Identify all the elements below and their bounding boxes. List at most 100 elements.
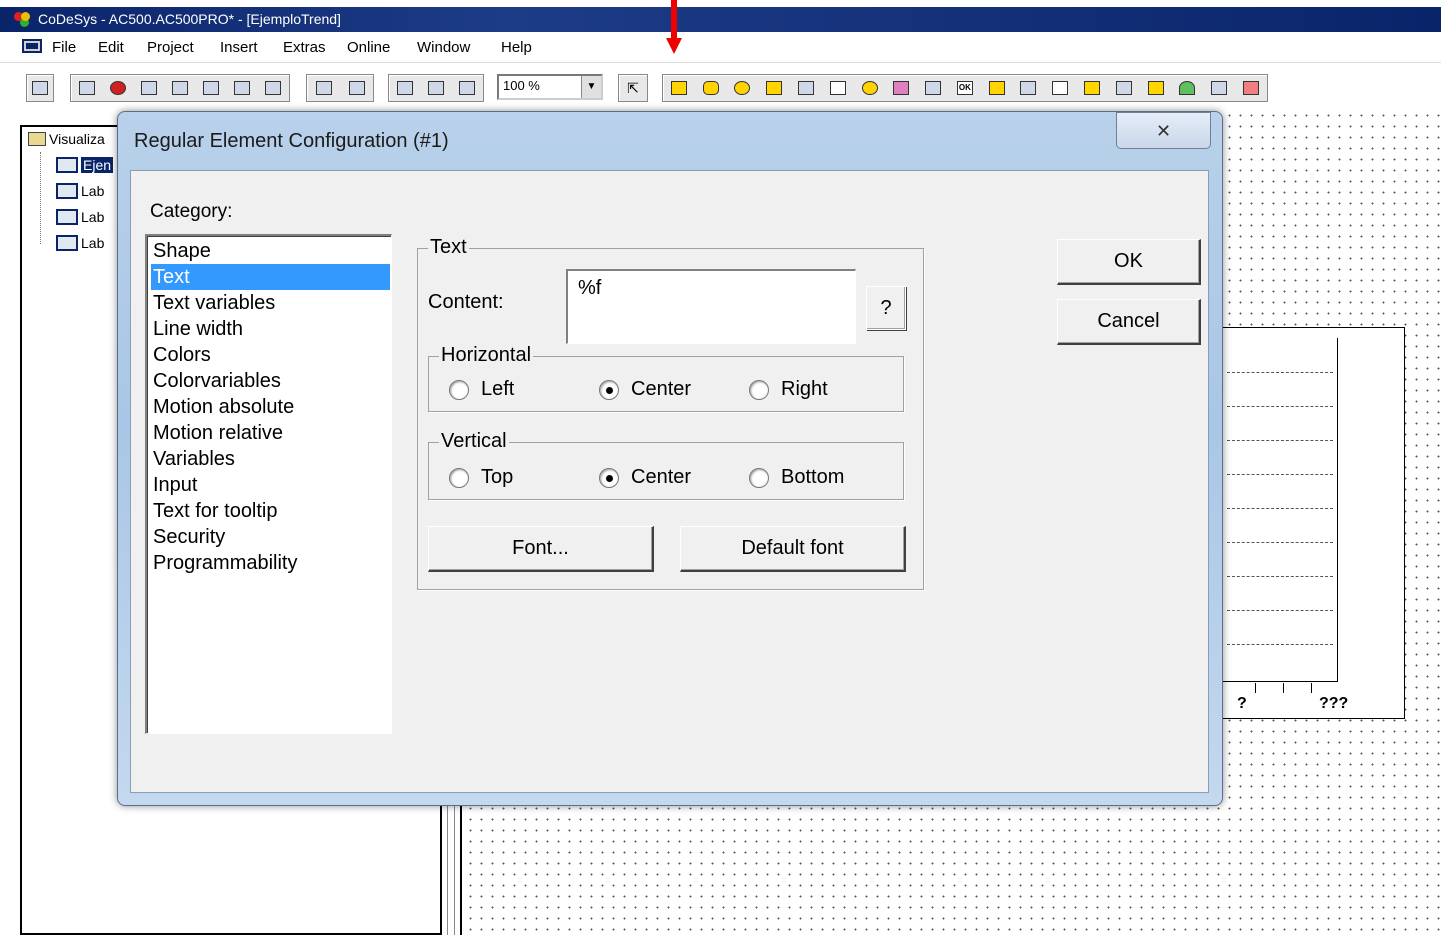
table-icon[interactable] bbox=[1020, 81, 1037, 95]
menu-help[interactable]: Help bbox=[501, 39, 532, 56]
scrollbar-icon[interactable] bbox=[1147, 81, 1164, 95]
curve-icon[interactable] bbox=[829, 81, 846, 95]
close-icon[interactable]: ✕ bbox=[1116, 112, 1211, 149]
bitmap-icon[interactable] bbox=[893, 81, 910, 95]
cut2-icon[interactable] bbox=[396, 81, 413, 95]
tree-item-ejemplo[interactable]: Ejen bbox=[56, 157, 114, 173]
histogram-icon[interactable] bbox=[1242, 81, 1259, 95]
activex-icon[interactable] bbox=[1115, 81, 1132, 95]
copy-icon[interactable] bbox=[348, 81, 365, 95]
wmf-icon[interactable] bbox=[988, 81, 1005, 95]
step-icon[interactable] bbox=[171, 81, 188, 95]
horizontal-groupbox: Horizontal Left Center Right bbox=[428, 344, 904, 412]
default-font-button[interactable]: Default font bbox=[680, 526, 906, 572]
radio-icon bbox=[449, 379, 469, 400]
load-icon[interactable] bbox=[78, 81, 95, 95]
alarm-table-icon[interactable] bbox=[1084, 81, 1101, 95]
print-icon[interactable] bbox=[203, 81, 220, 95]
category-item-security[interactable]: Security bbox=[151, 524, 390, 550]
tree-item-lab-3[interactable]: Lab bbox=[56, 235, 104, 251]
content-label: Content: bbox=[428, 291, 504, 313]
vertical-bottom-radio[interactable]: Bottom bbox=[749, 466, 844, 489]
category-item-motion-absolute[interactable]: Motion absolute bbox=[151, 394, 390, 420]
zoom-combobox[interactable]: 100 % ▼ bbox=[497, 74, 603, 100]
menu-project[interactable]: Project bbox=[147, 39, 194, 56]
tree-item-lab-2[interactable]: Lab bbox=[56, 209, 104, 225]
category-item-input[interactable]: Input bbox=[151, 472, 390, 498]
menu-edit[interactable]: Edit bbox=[98, 39, 124, 56]
ok-button[interactable]: OK bbox=[1057, 239, 1201, 285]
build-toolbar-group[interactable] bbox=[70, 74, 290, 102]
tree-item-lab-1[interactable]: Lab bbox=[56, 183, 104, 199]
rectangle-icon[interactable] bbox=[670, 81, 687, 95]
category-item-colorvariables[interactable]: Colorvariables bbox=[151, 368, 390, 394]
copy2-icon[interactable] bbox=[427, 81, 444, 95]
menu-window[interactable]: Window bbox=[417, 39, 470, 56]
category-item-line-width[interactable]: Line width bbox=[151, 316, 390, 342]
bar-display-icon[interactable] bbox=[1211, 81, 1228, 95]
visualization-icon[interactable] bbox=[925, 81, 942, 95]
visualization-object-icon bbox=[56, 157, 78, 173]
menu-file[interactable]: File bbox=[52, 39, 76, 56]
app-titlebar: CoDeSys - AC500.AC500PRO* - [EjemploTren… bbox=[0, 7, 1441, 32]
category-item-motion-relative[interactable]: Motion relative bbox=[151, 420, 390, 446]
paste-icon[interactable] bbox=[459, 81, 476, 95]
menu-online[interactable]: Online bbox=[347, 39, 390, 56]
ellipse-icon[interactable] bbox=[734, 81, 751, 95]
font-button[interactable]: Font... bbox=[428, 526, 654, 572]
category-item-text[interactable]: Text bbox=[151, 264, 390, 290]
stop-icon[interactable] bbox=[109, 81, 126, 95]
content-help-button[interactable]: ? bbox=[866, 286, 906, 330]
trend-icon[interactable] bbox=[1052, 81, 1069, 95]
element-toolbar-group[interactable]: OK bbox=[662, 74, 1268, 102]
run-icon[interactable] bbox=[140, 81, 157, 95]
download-icon[interactable] bbox=[234, 81, 251, 95]
tree-connector-lines bbox=[40, 152, 54, 244]
text-groupbox: Text Content: %f ? Horizontal Left Cente… bbox=[417, 236, 924, 590]
chevron-down-icon[interactable]: ▼ bbox=[581, 76, 601, 98]
category-item-text-variables[interactable]: Text variables bbox=[151, 290, 390, 316]
trend-plot-area bbox=[1223, 338, 1338, 682]
trend-axis-label: ??? bbox=[1319, 695, 1349, 712]
vertical-top-radio[interactable]: Top bbox=[449, 466, 513, 489]
horizontal-left-radio[interactable]: Left bbox=[449, 378, 514, 401]
save-icon[interactable] bbox=[26, 74, 54, 102]
codesys-app-icon bbox=[14, 12, 30, 28]
meter-icon[interactable] bbox=[1179, 81, 1196, 95]
vertical-groupbox: Vertical Top Center Bottom bbox=[428, 430, 904, 500]
pane-splitter[interactable] bbox=[440, 805, 462, 935]
horizontal-center-radio[interactable]: Center bbox=[599, 378, 691, 401]
tree-root[interactable]: Visualiza bbox=[28, 131, 105, 147]
vertical-center-radio[interactable]: Center bbox=[599, 466, 691, 489]
radio-selected-icon bbox=[599, 467, 619, 488]
category-item-shape[interactable]: Shape bbox=[151, 238, 390, 264]
menubar: File Edit Project Insert Extras Online W… bbox=[0, 33, 1441, 63]
menu-extras[interactable]: Extras bbox=[283, 39, 326, 56]
system-menu-icon[interactable] bbox=[22, 39, 42, 53]
trend-element[interactable]: ? ??? bbox=[1222, 327, 1405, 719]
button-icon[interactable]: OK bbox=[956, 81, 973, 95]
trend-axis-label: ? bbox=[1237, 695, 1247, 712]
rounded-rect-icon[interactable] bbox=[702, 81, 719, 95]
menu-insert[interactable]: Insert bbox=[220, 39, 258, 56]
horizontal-right-radio[interactable]: Right bbox=[749, 378, 828, 401]
toolbar: ⇱ OK bbox=[0, 64, 1441, 108]
pie-icon[interactable] bbox=[861, 81, 878, 95]
radio-icon bbox=[749, 379, 769, 400]
cancel-button[interactable]: Cancel bbox=[1057, 299, 1201, 345]
category-item-colors[interactable]: Colors bbox=[151, 342, 390, 368]
polygon-icon[interactable] bbox=[766, 81, 783, 95]
annotation-arrow-icon bbox=[666, 0, 682, 56]
clipboard-group-2[interactable] bbox=[388, 74, 484, 102]
select-icon[interactable]: ⇱ bbox=[618, 74, 648, 102]
category-item-variables[interactable]: Variables bbox=[151, 446, 390, 472]
category-item-programmability[interactable]: Programmability bbox=[151, 550, 390, 576]
clipboard-group-1[interactable] bbox=[306, 74, 374, 102]
radio-icon bbox=[449, 467, 469, 488]
cut-icon[interactable] bbox=[315, 81, 332, 95]
content-textarea[interactable]: %f bbox=[566, 269, 856, 344]
category-item-text-for-tooltip[interactable]: Text for tooltip bbox=[151, 498, 390, 524]
polyline-icon[interactable] bbox=[798, 81, 815, 95]
monitor-icon[interactable] bbox=[265, 81, 282, 95]
category-listbox[interactable]: Shape Text Text variables Line width Col… bbox=[145, 234, 392, 734]
